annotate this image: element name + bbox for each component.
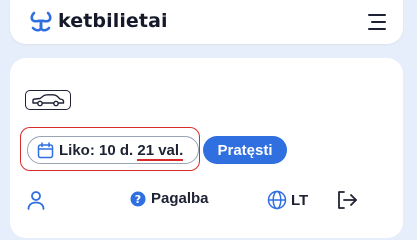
top-header: ketbilietai	[10, 0, 403, 44]
help-icon: ?	[130, 191, 146, 207]
svg-text:?: ?	[135, 193, 141, 206]
time-remaining-pill: Liko: 10 d. 21 val.	[27, 136, 199, 164]
help-link[interactable]: ? Pagalba	[130, 190, 209, 207]
time-remaining-hours: 21 val.	[137, 141, 184, 161]
hamburger-menu-icon[interactable]	[365, 11, 389, 33]
logout-icon[interactable]	[336, 190, 358, 210]
ketbilietai-logo-icon	[30, 10, 52, 32]
language-switcher[interactable]: LT	[267, 190, 308, 210]
globe-icon	[267, 190, 287, 210]
help-label: Pagalba	[151, 190, 209, 207]
calendar-icon	[37, 141, 54, 159]
car-icon	[31, 93, 65, 107]
extend-button[interactable]: Pratęsti	[203, 136, 287, 164]
language-label: LT	[291, 191, 309, 209]
brand-name: ketbilietai	[58, 10, 168, 32]
time-remaining-label: Liko: 10 d. 21 val.	[59, 141, 184, 161]
reservation-card: Liko: 10 d. 21 val. Pratęsti ? Pagalba L…	[10, 58, 403, 238]
vehicle-badge	[25, 90, 71, 110]
user-icon[interactable]	[27, 190, 45, 210]
brand-logo[interactable]: ketbilietai	[30, 10, 168, 32]
time-remaining-days: Liko: 10 d.	[59, 141, 134, 159]
